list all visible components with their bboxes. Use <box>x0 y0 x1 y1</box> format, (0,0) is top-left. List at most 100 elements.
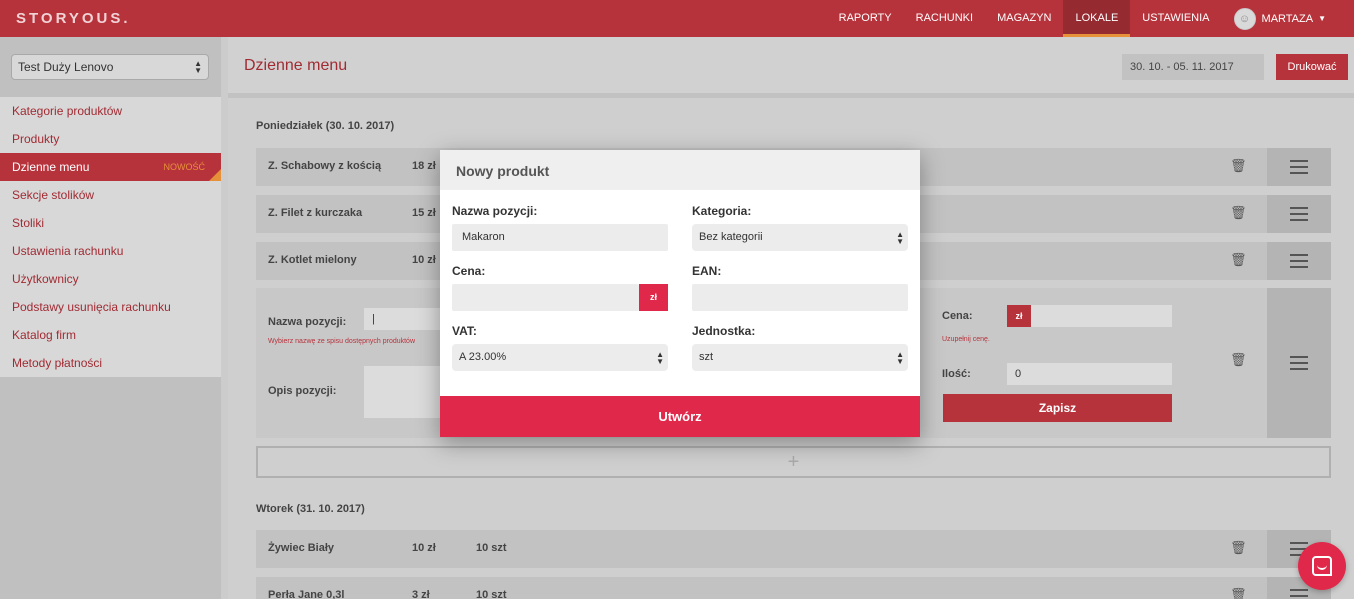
row-price: 15 zł <box>412 207 436 219</box>
sidebar: Test Duży Lenovo ▲ ▼ Kategorie produktów … <box>0 37 221 599</box>
hamburger-icon <box>1290 207 1308 221</box>
modal-ean-input[interactable] <box>692 284 908 311</box>
sidebar-item-podstawy[interactable]: Podstawy usunięcia rachunku <box>0 293 221 321</box>
hamburger-icon <box>1290 589 1308 599</box>
sidebar-menu: Kategorie produktów Produkty Dzienne men… <box>0 97 221 377</box>
badge-corner <box>209 169 221 181</box>
user-name: MARTAZA <box>1261 12 1314 25</box>
save-button[interactable]: Zapisz <box>943 394 1172 422</box>
sidebar-item-stoliki[interactable]: Stoliki <box>0 209 221 237</box>
hamburger-icon <box>1290 254 1308 268</box>
sidebar-item-kategorie[interactable]: Kategorie produktów <box>0 97 221 125</box>
edit-qty-input[interactable]: 0 <box>1007 363 1172 385</box>
edit-desc-label: Opis pozycji: <box>268 385 337 397</box>
row-name: Z. Kotlet mielony <box>268 254 357 266</box>
trash-icon[interactable]: 🗑 <box>1230 540 1247 556</box>
edit-qty-label: Ilość: <box>942 368 971 380</box>
modal-name-label: Nazwa pozycji: <box>452 204 538 218</box>
drag-handle[interactable] <box>1267 288 1331 438</box>
row-name: Perła Jane 0,3l <box>268 589 345 599</box>
select-arrows-icon: ▲ ▼ <box>656 350 664 366</box>
sidebar-item-produkty[interactable]: Produkty <box>0 125 221 153</box>
modal-price-label: Cena: <box>452 264 486 278</box>
modal-currency-chip: zł <box>639 284 668 311</box>
main-header: Dzienne menu 30. 10. - 05. 11. 2017 Druk… <box>228 37 1354 93</box>
menu-row[interactable]: Żywiec Biały 10 zł 10 szt 🗑 <box>256 530 1331 568</box>
chat-icon <box>1312 556 1332 576</box>
sidebar-item-uzytkownicy[interactable]: Użytkownicy <box>0 265 221 293</box>
modal-unit-label: Jednostka: <box>692 324 756 338</box>
select-arrows-icon: ▲ ▼ <box>194 59 202 75</box>
select-arrows-icon: ▲ ▼ <box>896 230 904 246</box>
edit-name-error: Wybierz nazwę ze spisu dostępnych produk… <box>268 338 416 345</box>
select-arrows-icon: ▲ ▼ <box>896 350 904 366</box>
trash-icon[interactable]: 🗑 <box>1230 587 1247 599</box>
create-button[interactable]: Utwórz <box>440 396 920 437</box>
modal-ean-label: EAN: <box>692 264 722 278</box>
edit-price-input[interactable] <box>1031 305 1172 327</box>
modal-unit-select[interactable]: szt ▲ ▼ <box>692 344 908 371</box>
category-select-value: Bez kategorii <box>699 231 763 243</box>
chat-launcher[interactable] <box>1298 542 1346 590</box>
day-title-monday: Poniedziałek (30. 10. 2017) <box>256 120 395 132</box>
modal-title: Nowy produkt <box>440 150 920 190</box>
print-button[interactable]: Drukować <box>1276 54 1348 80</box>
storyous-logo[interactable]: STORYOUS. <box>16 10 131 27</box>
edit-price-label: Cena: <box>942 310 973 322</box>
row-price: 3 zł <box>412 589 430 599</box>
trash-icon[interactable]: 🗑 <box>1230 205 1247 221</box>
drag-handle[interactable] <box>1267 148 1331 186</box>
nav-magazyn[interactable]: MAGAZYN <box>985 0 1063 37</box>
hamburger-icon <box>1290 160 1308 174</box>
nav-ustawienia[interactable]: USTAWIENIA <box>1130 0 1221 37</box>
modal-category-label: Kategoria: <box>692 204 752 218</box>
page-title: Dzienne menu <box>244 57 348 74</box>
sidebar-item-label: Dzienne menu <box>12 160 90 174</box>
sidebar-item-ustawienia-rachunku[interactable]: Ustawienia rachunku <box>0 237 221 265</box>
row-qty: 10 szt <box>476 589 507 599</box>
nav-raporty[interactable]: RAPORTY <box>827 0 904 37</box>
modal-price-input[interactable] <box>452 284 639 311</box>
modal-category-select[interactable]: Bez kategorii ▲ ▼ <box>692 224 908 251</box>
edit-name-label: Nazwa pozycji: <box>268 316 347 328</box>
currency-chip: zł <box>1007 305 1031 327</box>
row-price: 10 zł <box>412 542 436 554</box>
edit-name-input[interactable]: | <box>364 308 444 330</box>
trash-icon[interactable]: 🗑 <box>1230 252 1247 268</box>
sidebar-item-dzienne-menu[interactable]: Dzienne menu NOWOŚĆ <box>0 153 221 181</box>
new-product-modal: Nowy produkt Nazwa pozycji: Makaron Kate… <box>440 150 920 437</box>
day-title-tuesday: Wtorek (31. 10. 2017) <box>256 503 365 515</box>
sidebar-item-katalog[interactable]: Katalog firm <box>0 321 221 349</box>
vat-select-value: A 23.00% <box>459 351 507 363</box>
user-menu[interactable]: ☺ MARTAZA ▼ <box>1222 0 1354 37</box>
new-badge: NOWOŚĆ <box>163 162 206 172</box>
row-name: Z. Schabowy z kością <box>268 160 382 172</box>
sidebar-item-sekcje[interactable]: Sekcje stolików <box>0 181 221 209</box>
menu-row[interactable]: Perła Jane 0,3l 3 zł 10 szt 🗑 <box>256 577 1331 599</box>
main-nav: RAPORTY RACHUNKI MAGAZYN LOKALE USTAWIEN… <box>827 0 1354 37</box>
edit-price-error: Uzupełnij cenę. <box>942 336 990 343</box>
hamburger-icon <box>1290 356 1308 370</box>
trash-icon[interactable]: 🗑 <box>1230 352 1247 368</box>
location-select[interactable]: Test Duży Lenovo ▲ ▼ <box>11 54 209 80</box>
row-price: 18 zł <box>412 160 436 172</box>
trash-icon[interactable]: 🗑 <box>1230 158 1247 174</box>
row-qty: 10 szt <box>476 542 507 554</box>
modal-vat-select[interactable]: A 23.00% ▲ ▼ <box>452 344 668 371</box>
row-name: Z. Filet z kurczaka <box>268 207 363 219</box>
add-item-button[interactable]: + <box>256 446 1331 478</box>
nav-rachunki[interactable]: RACHUNKI <box>904 0 985 37</box>
date-range-picker[interactable]: 30. 10. - 05. 11. 2017 <box>1122 54 1264 80</box>
caret-down-icon: ▼ <box>1318 14 1326 23</box>
top-bar: STORYOUS. RAPORTY RACHUNKI MAGAZYN LOKAL… <box>0 0 1354 37</box>
drag-handle[interactable] <box>1267 195 1331 233</box>
user-avatar-icon: ☺ <box>1233 7 1256 30</box>
nav-lokale[interactable]: LOKALE <box>1063 0 1131 37</box>
modal-vat-label: VAT: <box>452 324 477 338</box>
unit-select-value: szt <box>699 351 714 363</box>
edit-desc-input[interactable] <box>364 366 444 418</box>
modal-name-input[interactable]: Makaron <box>452 224 668 251</box>
drag-handle[interactable] <box>1267 242 1331 280</box>
row-name: Żywiec Biały <box>268 542 335 554</box>
sidebar-item-metody[interactable]: Metody płatności <box>0 349 221 377</box>
